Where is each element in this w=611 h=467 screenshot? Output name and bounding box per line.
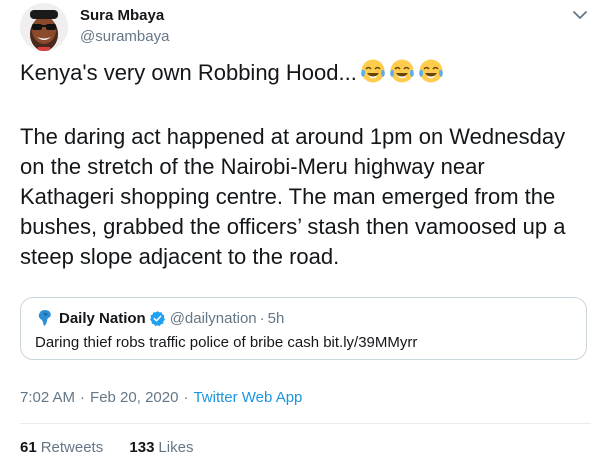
author-info: Sura Mbaya @surambaya <box>80 6 169 47</box>
emoji-group <box>360 58 447 92</box>
quoted-author-handle[interactable]: @dailynation <box>170 310 257 327</box>
retweets-stat[interactable]: 61 Retweets <box>20 439 103 456</box>
avatar[interactable] <box>20 3 68 51</box>
daily-nation-logo-icon[interactable] <box>35 308 55 328</box>
tweet-date[interactable]: Feb 20, 2020 <box>90 389 178 406</box>
retweets-label: Retweets <box>40 439 104 456</box>
quoted-tweet[interactable]: Daily Nation @dailynation · 5h Daring th… <box>20 297 587 360</box>
quoted-author-name[interactable]: Daily Nation <box>59 310 146 327</box>
tweet-line: steep slope adjacent to the road. <box>20 244 340 269</box>
tweet-line: bushes, grabbed the officers’ stash then… <box>20 214 566 239</box>
divider <box>20 423 591 424</box>
tweet-source-link[interactable]: Twitter Web App <box>193 389 302 406</box>
tweet-line-text: Kenya's very own Robbing Hood... <box>20 60 357 85</box>
separator-dot: · <box>259 309 265 327</box>
engagement-stats: 61 Retweets 133 Likes <box>20 439 215 456</box>
face-with-tears-of-joy-icon <box>361 59 385 83</box>
tweet-text: Kenya's very own Robbing Hood... The dar… <box>20 58 600 272</box>
verified-badge-icon <box>149 310 165 326</box>
likes-label: Likes <box>158 439 194 456</box>
more-options-button[interactable] <box>571 8 589 22</box>
likes-count: 133 <box>129 439 155 456</box>
retweets-count: 61 <box>20 439 37 456</box>
tweet-line: Kathageri shopping centre. The man emerg… <box>20 184 556 209</box>
quoted-tweet-time[interactable]: 5h <box>268 310 285 327</box>
quoted-tweet-header: Daily Nation @dailynation · 5h <box>35 308 284 328</box>
face-with-tears-of-joy-icon <box>390 59 414 83</box>
quoted-tweet-text: Daring thief robs traffic police of brib… <box>35 334 418 351</box>
tweet-card: Sura Mbaya @surambaya Kenya's very own R… <box>0 0 611 467</box>
tweet-metadata: 7:02 AM · Feb 20, 2020 · Twitter Web App <box>20 389 302 406</box>
likes-stat[interactable]: 133 Likes <box>129 439 193 456</box>
tweet-line: The daring act happened at around 1pm on… <box>20 124 566 149</box>
tweet-time[interactable]: 7:02 AM <box>20 389 75 406</box>
separator-dot: · <box>80 389 86 406</box>
author-name[interactable]: Sura Mbaya <box>80 6 169 26</box>
tweet-line: on the stretch of the Nairobi-Meru highw… <box>20 154 485 179</box>
separator-dot: · <box>183 389 189 406</box>
face-with-tears-of-joy-icon <box>419 59 443 83</box>
chevron-down-icon <box>573 11 587 19</box>
tweet-line: Kenya's very own Robbing Hood... <box>20 58 600 92</box>
avatar-illustration <box>20 3 68 51</box>
author-handle[interactable]: @surambaya <box>80 27 169 47</box>
